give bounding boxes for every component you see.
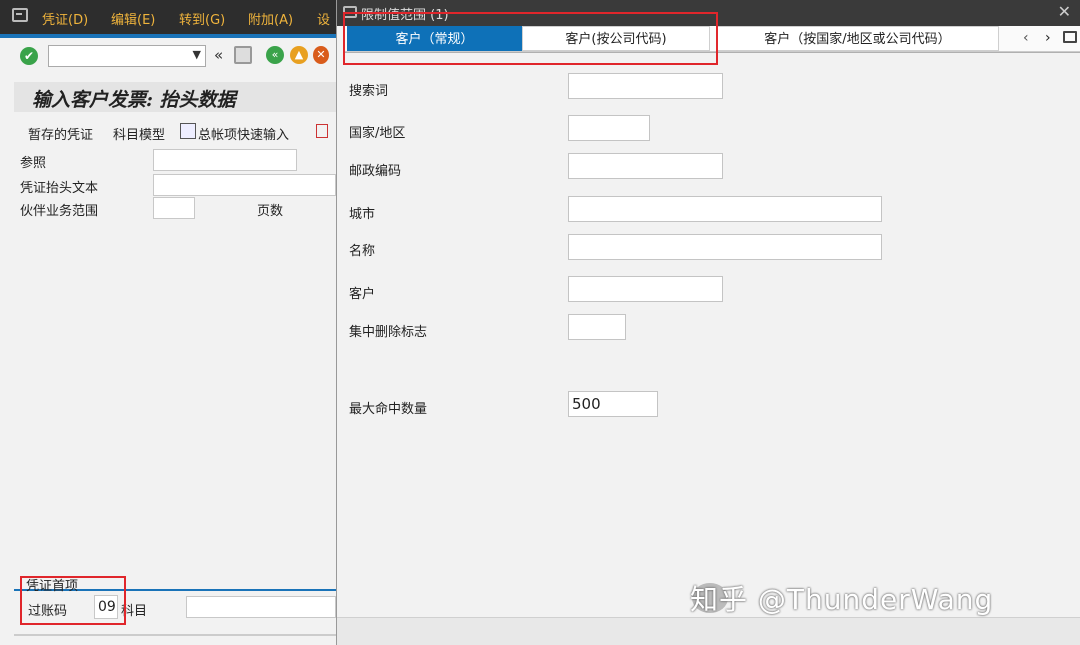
central-deletion-input[interactable]: [568, 314, 626, 340]
country-input[interactable]: [568, 115, 650, 141]
search-term-input[interactable]: [568, 73, 723, 99]
customer-label: 客户: [349, 287, 376, 302]
header-text-label: 凭证抬头文本: [20, 181, 99, 196]
tab-scroll-right-icon[interactable]: ›: [1045, 30, 1051, 46]
account-model-button[interactable]: 科目模型: [113, 124, 165, 143]
country-label: 国家/地区: [349, 126, 406, 141]
close-icon[interactable]: ✕: [1058, 2, 1071, 21]
page-title: 输入客户发票: 抬头数据: [32, 89, 236, 111]
postal-code-input[interactable]: [568, 153, 723, 179]
highlight-box-posting-key: [20, 576, 126, 625]
command-field[interactable]: ▼: [48, 45, 206, 67]
history-back-icon[interactable]: «: [214, 46, 223, 64]
account-input[interactable]: [186, 596, 336, 618]
cancel-icon[interactable]: ✕: [313, 46, 329, 64]
name-label: 名称: [349, 244, 376, 259]
search-term-label: 搜索词: [349, 84, 389, 99]
max-hits-input[interactable]: 500: [568, 391, 658, 417]
document-icon[interactable]: [316, 124, 328, 138]
dialog-footer: [337, 617, 1080, 645]
tab-list-icon[interactable]: [1063, 31, 1077, 43]
name-input[interactable]: [568, 234, 882, 260]
menu-document[interactable]: 凭证(D): [42, 9, 88, 28]
city-label: 城市: [349, 207, 376, 222]
menu-goto[interactable]: 转到(G): [179, 9, 225, 28]
toolbar-divider: [0, 34, 336, 38]
quick-entry-icon: [180, 123, 196, 139]
partner-area-label: 伙伴业务范围: [20, 204, 99, 219]
tab-scroll-left-icon[interactable]: ‹: [1023, 30, 1029, 46]
page-count-label: 页数: [257, 204, 284, 219]
save-icon[interactable]: [234, 46, 252, 64]
restrict-value-range-dialog: 限制值范围 (1) ✕ 客户（常规） 客户(按公司代码) 客户（按国家/地区或公…: [336, 0, 1080, 645]
reference-input[interactable]: [153, 149, 297, 171]
gl-fast-entry-button[interactable]: 总帐项快速输入: [198, 124, 289, 143]
back-icon[interactable]: «: [266, 46, 284, 64]
customer-input[interactable]: [568, 276, 723, 302]
enter-check-icon[interactable]: ✔: [20, 47, 38, 65]
reference-label: 参照: [20, 156, 47, 171]
central-deletion-label: 集中删除标志: [349, 325, 428, 340]
parked-documents-button[interactable]: 暂存的凭证: [28, 124, 93, 143]
header-text-input[interactable]: [153, 174, 336, 196]
highlight-box-tabs: [343, 12, 718, 65]
menu-extras[interactable]: 附加(A): [248, 9, 293, 28]
city-input[interactable]: [568, 196, 882, 222]
chevron-down-icon[interactable]: ▼: [193, 48, 201, 61]
postal-code-label: 邮政编码: [349, 164, 402, 179]
menu-settings[interactable]: 设: [317, 9, 330, 28]
partner-area-input[interactable]: [153, 197, 195, 219]
menu-edit[interactable]: 编辑(E): [111, 9, 155, 28]
bottom-divider: [14, 634, 336, 636]
exit-icon[interactable]: ▲: [290, 46, 308, 64]
menu-icon[interactable]: [12, 8, 28, 22]
max-hits-label: 最大命中数量: [349, 402, 428, 417]
watermark: 知乎 @ThunderWang: [690, 583, 994, 616]
tab-customer-by-country[interactable]: 客户（按国家/地区或公司代码）: [716, 26, 999, 51]
